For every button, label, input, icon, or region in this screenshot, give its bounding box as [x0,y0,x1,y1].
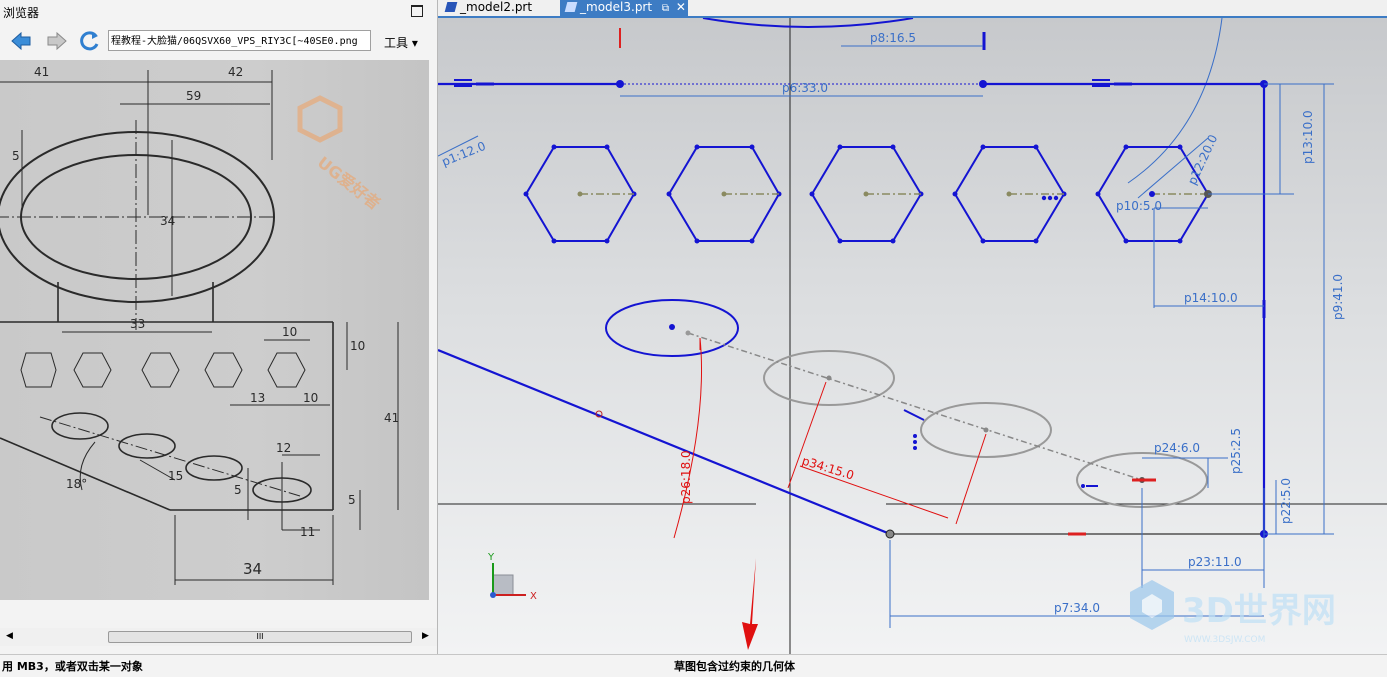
undock-icon[interactable]: ⧉ [662,3,669,14]
drawing-dim-label: 10 [350,339,365,353]
dimension-label[interactable]: p26:18.0 [679,450,693,504]
tab-label: _model2.prt [460,0,533,14]
watermark-title: 3D世界网 [1182,591,1336,631]
dimension-label[interactable]: p12:20.0 [1185,132,1220,187]
part-file-icon [444,2,458,12]
dimension-label[interactable]: p22:5.0 [1279,478,1293,524]
refresh-icon [80,31,99,51]
watermark-logo: UG爱好者 [297,95,384,214]
watermark-url: WWW.3DSJW.COM [1184,635,1265,645]
browser-pane-title: 浏览器 [3,6,40,20]
drawing-dim-label: 41 [34,65,49,79]
drawing-dim-label: 5 [234,483,242,497]
drawing-dim-label: 42 [228,65,243,79]
back-arrow-icon [11,31,31,51]
status-bar: 用 MB3，或者双击某一对象 草图包含过约束的几何体 [0,654,1387,677]
scroll-right-icon[interactable]: ▶ [422,631,429,641]
browser-pane: 浏览器 程教程-大脸猫/06QSVX60_VPS_RIY3C[~40SE0.pn… [0,0,438,654]
drawing-dim-label: 11 [300,525,315,539]
axis-y-label: Y [487,552,495,563]
refresh-button[interactable] [77,28,103,54]
drawing-dim-label: 5 [348,493,356,507]
dimension-label[interactable]: p24:6.0 [1154,441,1200,455]
horizontal-scrollbar[interactable]: ◀ III ▶ [0,628,437,646]
dimension-label[interactable]: p34:15.0 [800,454,855,483]
back-button[interactable] [8,28,34,54]
address-field[interactable]: 程教程-大脸猫/06QSVX60_VPS_RIY3C[~40SE0.png [108,30,371,51]
drawing-dim-label: 5 [12,149,20,163]
maximize-icon[interactable] [411,5,423,17]
dimension-label[interactable]: p9:41.0 [1331,274,1345,320]
sketch-canvas[interactable]: p8:16.5 p6:33.0 p1:12.0 p12:20.0 p13:10.… [437,16,1387,656]
dimension-label[interactable]: p8:16.5 [870,31,916,45]
drawing-dim-label: 10 [282,325,297,339]
dimension-label[interactable]: p23:11.0 [1188,555,1242,569]
dimension-label[interactable]: p14:10.0 [1184,291,1238,305]
status-prompt: 用 MB3，或者双击某一对象 [2,660,143,673]
drawing-dim-label: 34 [160,214,175,228]
file-tab-bar: _model2.prt _model3.prt ⧉ ✕ [438,0,1387,16]
drawing-dim-label: 59 [186,89,201,103]
drawing-dim-label: 34 [243,560,262,578]
tab-model3[interactable]: _model3.prt ⧉ ✕ [560,0,688,16]
annotation-arrow-icon [742,558,758,650]
drawing-dim-label: 33 [130,317,145,331]
dimension-label[interactable]: p25:2.5 [1229,428,1243,474]
forward-button[interactable] [44,28,70,54]
axis-x-label: X [530,591,537,602]
chevron-down-icon: ▾ [411,36,418,50]
drawing-dim-label: 18° [66,477,87,491]
drawing-dim-label: 12 [276,441,291,455]
tab-label: _model3.prt [580,0,653,14]
scroll-left-icon[interactable]: ◀ [6,631,13,641]
browser-pane-header: 浏览器 [0,0,437,22]
dimension-label[interactable]: p10:5.0 [1116,199,1162,213]
drawing-dim-label: 13 [250,391,265,405]
reference-drawing-image: 41 42 59 5 34 33 10 10 13 10 12 15 18° 5… [0,60,429,600]
csys-triad-icon: Y X [487,552,537,602]
tools-menu-label: 工具 [384,36,409,50]
dimension-label[interactable]: p7:34.0 [1054,601,1100,615]
forward-arrow-icon [47,31,67,51]
status-message: 草图包含过约束的几何体 [674,660,795,673]
close-tab-icon[interactable]: ✕ [676,0,686,14]
tools-menu[interactable]: 工具 ▾ [384,34,418,51]
scroll-thumb[interactable]: III [108,631,412,643]
watermark-text: UG爱好者 [314,153,384,214]
site-watermark: 3D世界网 WWW.3DSJW.COM [1130,580,1336,645]
drawing-dim-label: 41 [384,411,399,425]
graphics-window: _model2.prt _model3.prt ⧉ ✕ p8:16.5 p6:3… [437,0,1387,656]
tab-model2[interactable]: _model2.prt [444,0,560,16]
dimension-label[interactable]: p6:33.0 [782,81,828,95]
drawing-dim-label: 10 [303,391,318,405]
part-file-icon [564,2,578,12]
drawing-dim-label: 15 [168,469,183,483]
browser-toolbar: 程教程-大脸猫/06QSVX60_VPS_RIY3C[~40SE0.png 工具… [0,26,437,56]
dimension-label[interactable]: p13:10.0 [1301,110,1315,164]
